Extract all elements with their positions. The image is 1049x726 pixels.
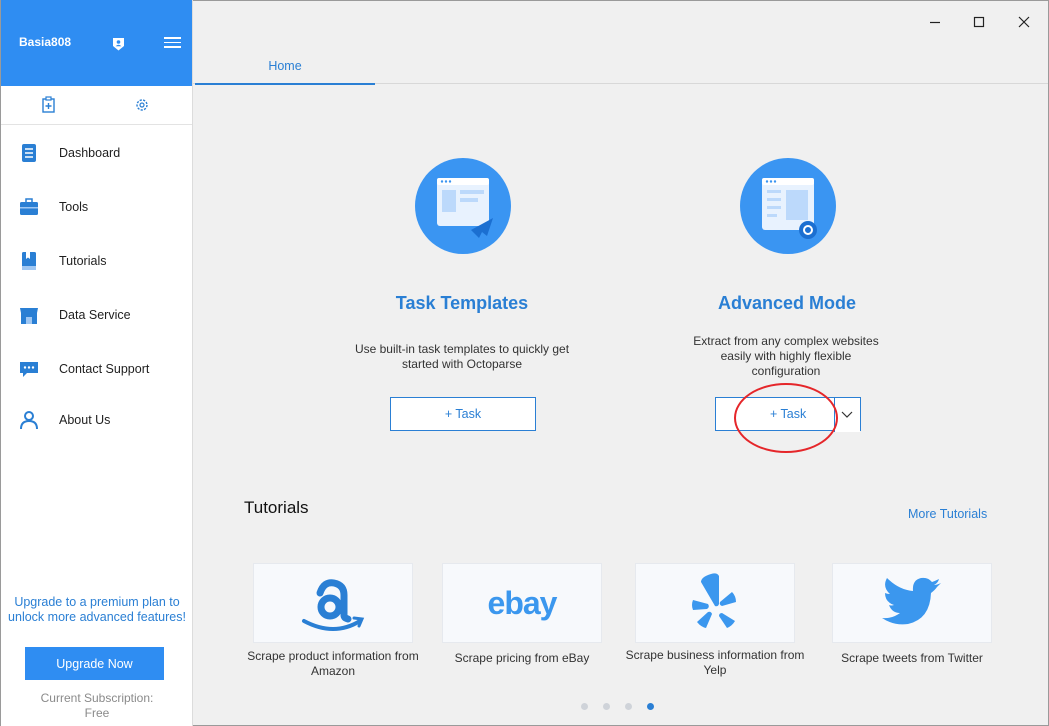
sidebar-item-contact-support[interactable]: Contact Support [1, 349, 193, 389]
person-icon [20, 411, 38, 430]
close-icon[interactable] [1015, 13, 1033, 31]
minimize-icon[interactable] [926, 13, 944, 31]
sidebar-item-label: Contact Support [59, 362, 150, 376]
carousel-dot-1[interactable] [581, 703, 588, 710]
templates-add-task-button[interactable]: + Task [390, 397, 536, 431]
subscription-value: Free [84, 706, 110, 720]
carousel-dot-3[interactable] [625, 703, 632, 710]
tutorial-card-amazon[interactable]: Scrape product information from Amazon [247, 563, 419, 678]
task-templates-icon [415, 158, 511, 254]
more-tutorials-link[interactable]: More Tutorials [908, 507, 987, 521]
twitter-logo [882, 577, 941, 625]
username[interactable]: Basia808 [19, 35, 71, 49]
sidebar-item-dashboard[interactable]: Dashboard [1, 133, 193, 173]
amazon-logo [302, 579, 365, 631]
ebay-logo: ebay [487, 584, 558, 621]
yelp-logo [692, 573, 736, 628]
task-templates-description: Use built-in task templates to quickly g… [354, 342, 570, 371]
account-badge-icon[interactable] [112, 37, 125, 51]
tutorial-card-twitter[interactable]: Scrape tweets from Twitter [832, 563, 992, 665]
tutorials-section-title: Tutorials [244, 498, 309, 517]
upgrade-promo-text[interactable]: Upgrade to a premium plan to unlock more… [1, 595, 193, 625]
sidebar-item-label: Dashboard [59, 146, 121, 160]
tutorial-thumbnail [832, 563, 992, 643]
carousel-dot-2[interactable] [603, 703, 610, 710]
sidebar-item-about-us[interactable]: About Us [1, 400, 193, 440]
task-clipboard-icon[interactable] [41, 96, 57, 114]
sidebar-item-tools[interactable]: Tools [1, 187, 193, 227]
menu-icon[interactable] [164, 37, 181, 49]
subscription-info: Current Subscription: Free [1, 691, 193, 721]
sidebar-item-data-service[interactable]: Data Service [1, 295, 193, 335]
sidebar-item-label: Tools [59, 200, 89, 214]
advanced-task-dropdown[interactable] [834, 398, 860, 432]
tab-home[interactable]: Home [195, 57, 375, 85]
tutorial-thumbnail [253, 563, 413, 643]
toolbox-icon [20, 198, 38, 215]
main-panel: Home Task Templates Use built-in task te… [193, 0, 1049, 726]
tutorial-caption: Scrape tweets from Twitter [841, 651, 983, 665]
sidebar-item-label: Data Service [59, 308, 131, 322]
sidebar-tabs [1, 86, 192, 125]
gear-icon[interactable] [134, 96, 150, 114]
sidebar-header: Basia808 [1, 0, 192, 86]
advanced-mode-title: Advanced Mode [717, 293, 857, 313]
sidebar: Basia808 Dashboard Tools Tutorials Data … [0, 0, 193, 726]
chat-icon [20, 362, 38, 377]
advanced-mode-description: Extract from any complex websites easily… [693, 334, 879, 378]
sidebar-item-label: About Us [59, 413, 111, 427]
sidebar-item-tutorials[interactable]: Tutorials [1, 241, 193, 281]
tutorial-thumbnail [635, 563, 795, 643]
upgrade-now-button[interactable]: Upgrade Now [25, 647, 164, 680]
tutorial-caption: Scrape product information from Amazon [247, 649, 419, 678]
dashboard-icon [22, 144, 36, 162]
tutorial-card-ebay[interactable]: ebay Scrape pricing from eBay [442, 563, 602, 665]
tutorial-card-yelp[interactable]: Scrape business information from Yelp [626, 563, 804, 677]
book-icon [22, 252, 36, 270]
carousel-dot-4[interactable] [647, 703, 654, 710]
maximize-icon[interactable] [970, 13, 988, 31]
tutorial-caption: Scrape pricing from eBay [454, 651, 590, 665]
sidebar-item-label: Tutorials [59, 254, 107, 268]
tutorial-thumbnail: ebay [442, 563, 602, 643]
store-icon [20, 308, 38, 324]
chevron-down-icon [841, 411, 853, 418]
task-templates-title: Task Templates [395, 293, 529, 313]
tutorial-caption: Scrape business information from Yelp [625, 648, 805, 677]
subscription-label: Current Subscription: [40, 691, 154, 705]
advanced-mode-icon [740, 158, 836, 254]
